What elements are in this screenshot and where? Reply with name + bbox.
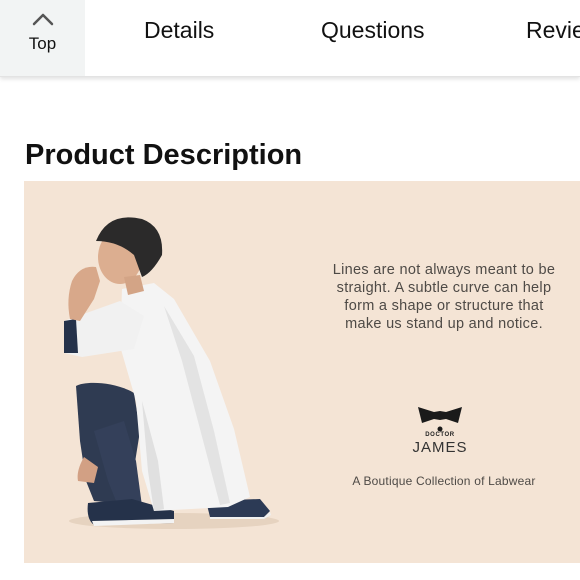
brand-name: JAMES — [412, 439, 468, 456]
bowtie-logo-icon — [418, 407, 462, 432]
crouching-man-in-labcoat-image — [64, 217, 279, 529]
tab-reviews[interactable]: Revie — [526, 17, 580, 44]
product-description-banner: Lines are not always meant to be straigh… — [24, 181, 580, 563]
section-title: Product Description — [25, 139, 303, 171]
brand-small-text: DOCTOR — [425, 432, 455, 438]
tab-details[interactable]: Details — [144, 17, 214, 44]
top-label: Top — [28, 34, 57, 53]
top-navigation-bar: Top Details Questions Revie — [0, 0, 580, 77]
brand-tagline: A Boutique Collection of Labwear — [352, 474, 536, 488]
chevron-up-icon — [32, 13, 53, 26]
back-to-top-button[interactable]: Top — [0, 0, 85, 76]
tab-questions[interactable]: Questions — [321, 17, 425, 44]
banner-copy: Lines are not always meant to be straigh… — [332, 262, 556, 332]
